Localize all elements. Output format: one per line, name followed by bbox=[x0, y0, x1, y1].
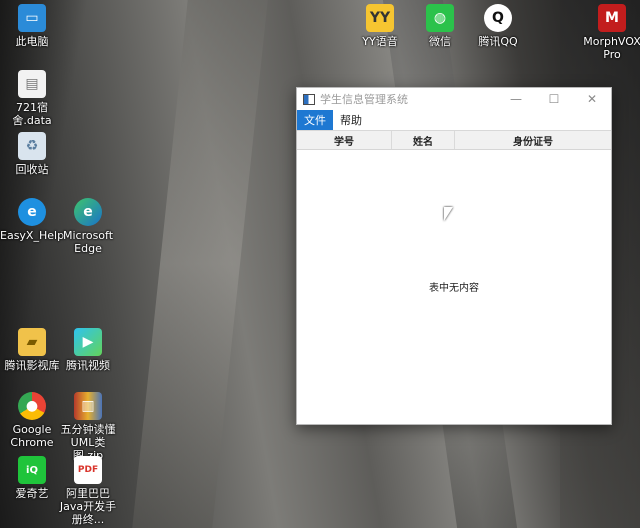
desktop-icon-wechat[interactable]: ◍ 微信 bbox=[408, 4, 472, 48]
desktop-icon-tencent-video[interactable]: ▶ 腾讯视频 bbox=[56, 328, 120, 372]
desktop-icon-morphvox[interactable]: M MorphVOX Pro bbox=[580, 4, 640, 61]
table-header: 学号 姓名 身份证号 bbox=[297, 131, 611, 150]
qq-icon: Q bbox=[484, 4, 512, 32]
desktop-icon-qq[interactable]: Q 腾讯QQ bbox=[466, 4, 530, 48]
desktop-icon-data-file[interactable]: ▤ 721宿舍.data bbox=[0, 70, 64, 127]
desktop-icon-recycle-bin[interactable]: ♻ 回收站 bbox=[0, 132, 64, 176]
wechat-icon: ◍ bbox=[426, 4, 454, 32]
easyx-icon: e bbox=[18, 198, 46, 226]
column-header-student-id[interactable]: 学号 bbox=[297, 131, 392, 149]
desktop-icon-this-pc[interactable]: ▭ 此电脑 bbox=[0, 4, 64, 48]
pdf-icon: PDF bbox=[74, 456, 102, 484]
minimize-button[interactable]: — bbox=[497, 88, 535, 110]
desktop-icon-tencent-library[interactable]: ▰ 腾讯影视库 bbox=[0, 328, 64, 372]
student-info-window[interactable]: 学生信息管理系统 — ☐ ✕ 文件 帮助 学号 姓名 身份证号 表中无内容 bbox=[296, 87, 612, 425]
desktop-icon-java-pdf[interactable]: PDF 阿里巴巴Java开发手册终... bbox=[56, 456, 120, 526]
empty-table-message: 表中无内容 bbox=[429, 283, 479, 294]
app-icon bbox=[303, 93, 315, 105]
morphvox-icon: M bbox=[598, 4, 626, 32]
column-header-name[interactable]: 姓名 bbox=[392, 131, 455, 149]
menu-file[interactable]: 文件 bbox=[297, 110, 333, 130]
folder-icon: ▰ bbox=[18, 328, 46, 356]
desktop-icon-yy[interactable]: YY YY语音 bbox=[348, 4, 412, 48]
zip-icon: ▥ bbox=[74, 392, 102, 420]
menu-bar: 文件 帮助 bbox=[297, 110, 611, 131]
yy-icon: YY bbox=[366, 4, 394, 32]
desktop-icon-uml-zip[interactable]: ▥ 五分钟读懂UML类图.zip bbox=[56, 392, 120, 462]
desktop-icon-iqiyi[interactable]: iQ 爱奇艺 bbox=[0, 456, 64, 500]
window-title: 学生信息管理系统 bbox=[320, 93, 408, 106]
iqiyi-icon: iQ bbox=[18, 456, 46, 484]
desktop-icon-chrome[interactable]: ● Google Chrome bbox=[0, 392, 64, 449]
tencent-video-icon: ▶ bbox=[74, 328, 102, 356]
edge-icon: e bbox=[74, 198, 102, 226]
recycle-bin-icon: ♻ bbox=[18, 132, 46, 160]
column-header-id-number[interactable]: 身份证号 bbox=[455, 131, 611, 149]
table-body[interactable]: 表中无内容 bbox=[297, 149, 611, 424]
close-button[interactable]: ✕ bbox=[573, 88, 611, 110]
maximize-button[interactable]: ☐ bbox=[535, 88, 573, 110]
menu-help[interactable]: 帮助 bbox=[333, 110, 369, 130]
file-icon: ▤ bbox=[18, 70, 46, 98]
computer-icon: ▭ bbox=[18, 4, 46, 32]
mouse-cursor bbox=[444, 207, 453, 221]
chrome-icon: ● bbox=[18, 392, 46, 420]
desktop-icon-edge[interactable]: e Microsoft Edge bbox=[56, 198, 120, 255]
title-bar[interactable]: 学生信息管理系统 — ☐ ✕ bbox=[297, 88, 611, 110]
desktop-icon-easyx-help[interactable]: e EasyX_Help bbox=[0, 198, 64, 242]
